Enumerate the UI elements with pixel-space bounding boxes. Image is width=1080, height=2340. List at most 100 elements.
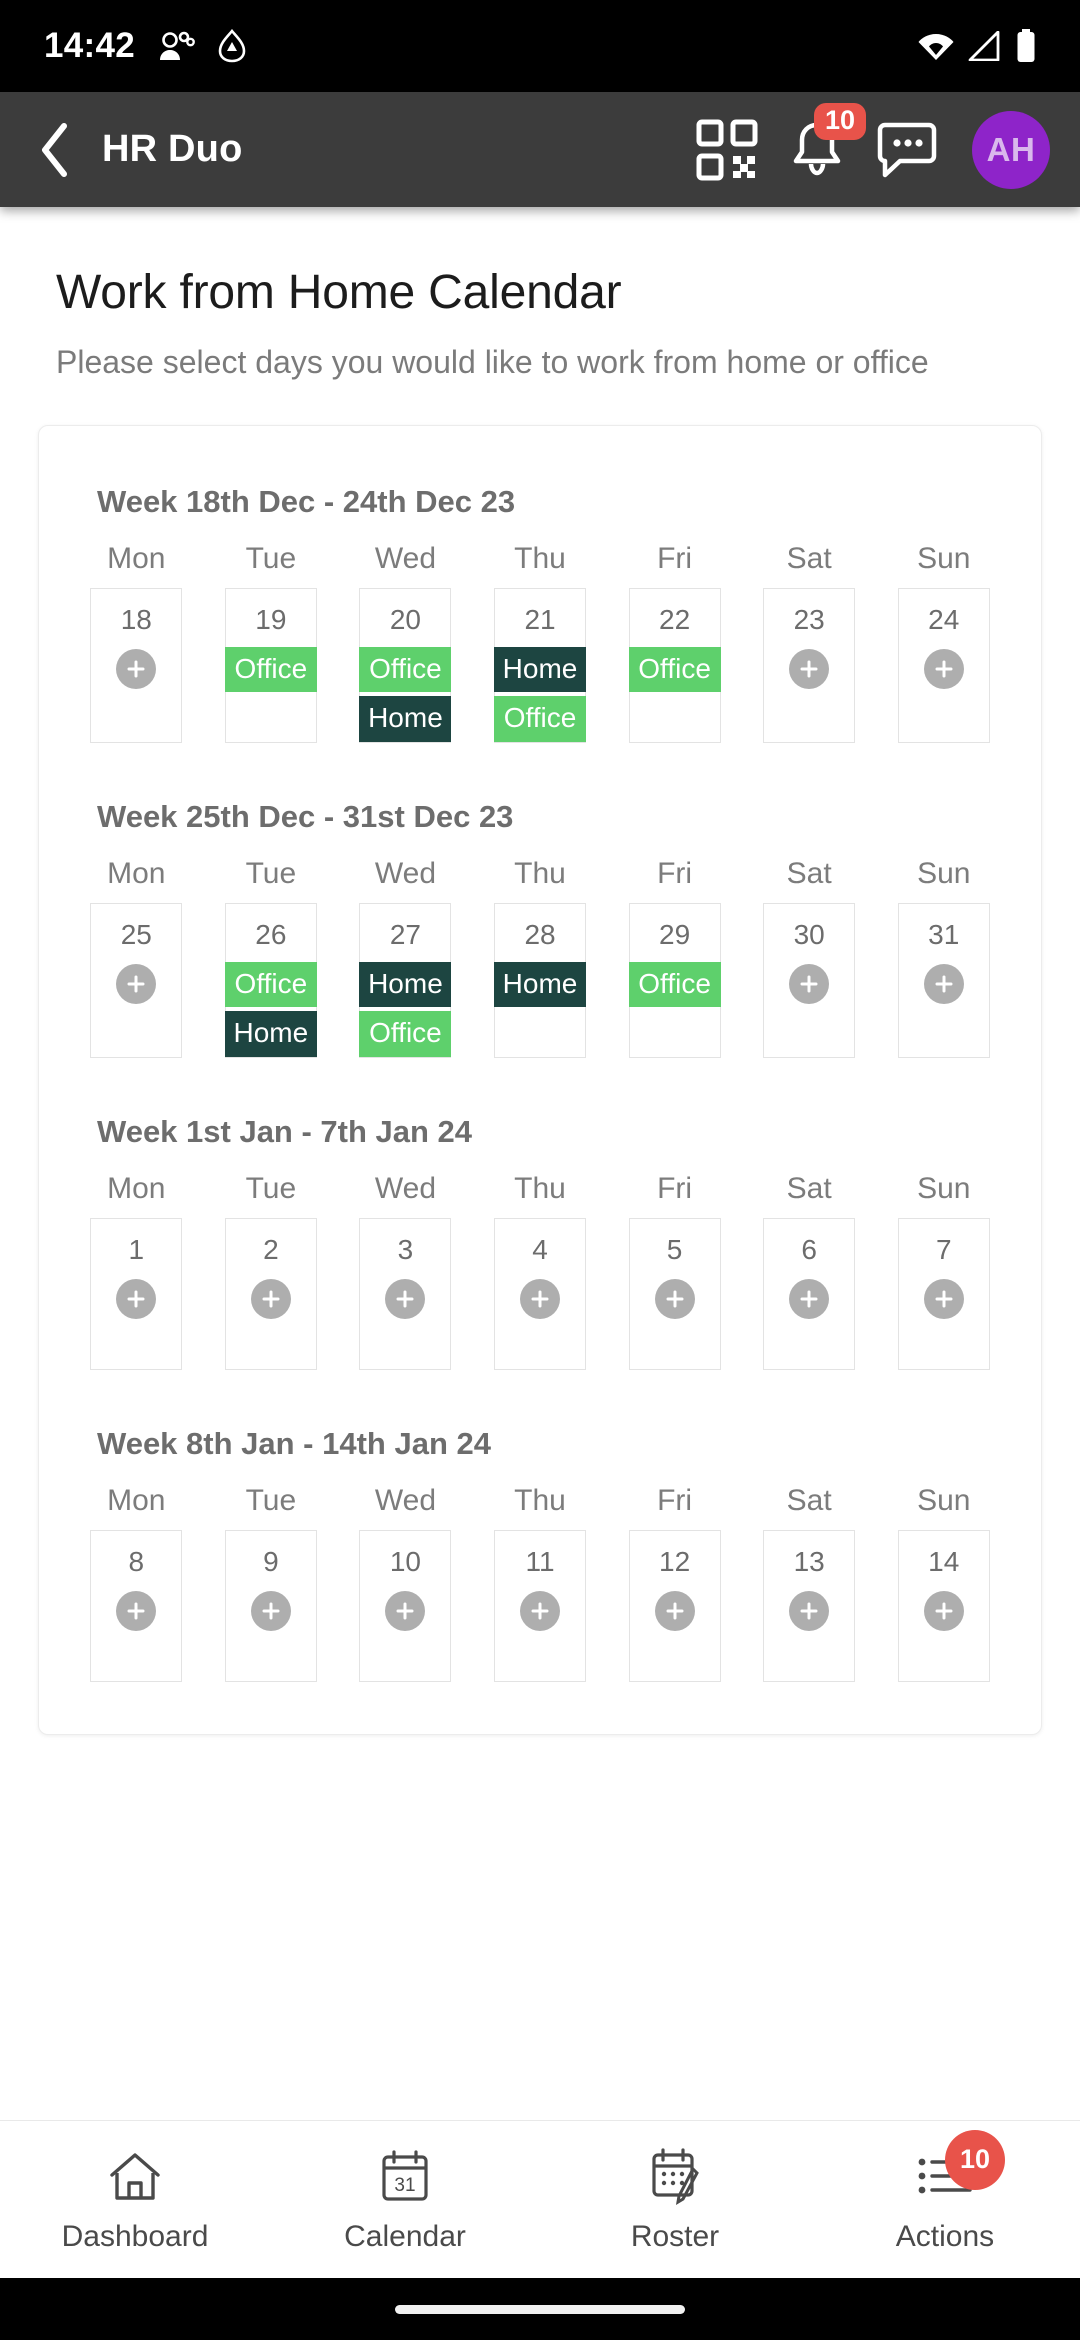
day-cell-wrapper: 10	[338, 1529, 473, 1682]
add-day-button[interactable]	[385, 1278, 426, 1319]
calendar-day-cell[interactable]: 23	[763, 587, 856, 743]
calendar-week: Week 1st Jan - 7th Jan 24 Mon Tue Wed Thu Fri…	[69, 1114, 1011, 1370]
add-day-button[interactable]	[923, 1278, 964, 1319]
add-day-button[interactable]	[116, 963, 157, 1004]
add-day-button[interactable]	[654, 1278, 695, 1319]
plus-icon	[396, 1290, 414, 1308]
day-tag-office[interactable]: Office	[359, 646, 452, 693]
day-tag-home[interactable]: Home	[359, 696, 452, 742]
day-cell-wrapper: 25	[69, 902, 204, 1058]
calendar-day-cell[interactable]: 22 Office	[628, 587, 721, 743]
calendar-day-cell[interactable]: 9	[224, 1529, 317, 1682]
day-tag-office[interactable]: Office	[494, 696, 587, 742]
add-day-button[interactable]	[923, 1590, 964, 1631]
day-tag-office[interactable]: Office	[224, 961, 317, 1008]
calendar-day-cell[interactable]: 30	[763, 902, 856, 1058]
calendar-day-cell[interactable]: 28 Home	[494, 902, 587, 1058]
day-of-week-label: Sat	[786, 541, 832, 575]
plus-icon	[666, 1602, 684, 1620]
add-day-button[interactable]	[789, 1590, 830, 1631]
nav-item-calendar[interactable]: 31 Calendar	[270, 2146, 540, 2254]
calendar-day-cell[interactable]: 24	[897, 587, 990, 743]
back-button[interactable]	[18, 113, 92, 187]
day-of-week-label: Fri	[657, 1171, 693, 1205]
calendar-day-cell[interactable]: 10	[359, 1529, 452, 1682]
day-tag-home[interactable]: Home	[494, 961, 587, 1008]
day-number: 10	[389, 1545, 422, 1577]
day-of-week-label: Wed	[374, 1171, 437, 1205]
chat-bubble-icon[interactable]	[876, 119, 938, 181]
day-tag-office[interactable]: Office	[628, 646, 721, 693]
calendar-day-cell[interactable]: 7	[897, 1217, 990, 1370]
day-tag-home[interactable]: Home	[224, 1011, 317, 1057]
day-of-week-label: Mon	[107, 541, 166, 575]
calendar-day-cell[interactable]: 4	[494, 1217, 587, 1370]
add-day-button[interactable]	[520, 1278, 561, 1319]
calendar-week: Week 8th Jan - 14th Jan 24 Mon Tue Wed Thu Fr…	[69, 1426, 1011, 1682]
nav-item-dashboard[interactable]: Dashboard	[0, 2146, 270, 2254]
add-day-button[interactable]	[116, 648, 157, 689]
day-of-week-label: Wed	[374, 541, 437, 575]
calendar-day-cell[interactable]: 3	[359, 1217, 452, 1370]
calendar-day-cell[interactable]: 18	[90, 587, 183, 743]
status-bar-right	[918, 29, 1036, 63]
add-day-button[interactable]	[923, 963, 964, 1004]
plus-icon	[800, 1602, 818, 1620]
day-number: 13	[793, 1545, 825, 1577]
day-tag-office[interactable]: Office	[359, 1011, 452, 1057]
day-tag-home[interactable]: Home	[359, 961, 452, 1008]
day-number: 7	[935, 1233, 952, 1265]
calendar-day-cell[interactable]: 25	[90, 902, 183, 1058]
calendar-day-cell[interactable]: 27 Home Office	[359, 902, 452, 1058]
add-day-button[interactable]	[116, 1590, 157, 1631]
home-indicator[interactable]	[395, 2304, 685, 2314]
add-day-button[interactable]	[116, 1278, 157, 1319]
day-cell-wrapper: 27 Home Office	[338, 902, 473, 1058]
day-of-week-label: Wed	[374, 856, 437, 890]
day-of-week-label: Thu	[514, 1483, 566, 1517]
nav-item-roster[interactable]: Roster	[540, 2146, 810, 2254]
add-day-button[interactable]	[250, 1278, 291, 1319]
page-subtitle: Please select days you would like to wor…	[56, 344, 929, 380]
calendar-day-cell[interactable]: 21 Home Office	[494, 587, 587, 743]
calendar-day-cell[interactable]: 19 Office	[224, 587, 317, 743]
day-tag-office[interactable]: Office	[224, 646, 317, 693]
day-number: 26	[255, 918, 287, 950]
calendar-day-cell[interactable]: 1	[90, 1217, 183, 1370]
calendar-day-cell[interactable]: 5	[628, 1217, 721, 1370]
calendar-day-cell[interactable]: 20 Office Home	[359, 587, 452, 743]
calendar-day-cell[interactable]: 6	[763, 1217, 856, 1370]
day-of-week-label: Sun	[917, 1483, 971, 1517]
add-day-button[interactable]	[789, 1278, 830, 1319]
add-day-button[interactable]	[385, 1590, 426, 1631]
calendar-day-cell[interactable]: 2	[224, 1217, 317, 1370]
nav-label-actions: Actions	[895, 2219, 995, 2253]
bell-icon[interactable]: 10	[786, 102, 866, 181]
calendar-day-cell[interactable]: 14	[897, 1529, 990, 1682]
day-tag-home[interactable]: Home	[494, 646, 587, 693]
calendar-day-cell[interactable]: 8	[90, 1529, 183, 1682]
day-cell-wrapper: 30	[742, 902, 877, 1058]
day-of-week-label: Mon	[107, 856, 166, 890]
plus-icon	[935, 1602, 953, 1620]
day-of-week-row: Mon Tue Wed Thu Fri Sat Sun	[69, 1164, 1011, 1218]
qr-code-icon[interactable]	[696, 119, 758, 181]
calendar-day-cell[interactable]: 11	[494, 1529, 587, 1682]
plus-icon	[666, 1290, 684, 1308]
calendar-day-cell[interactable]: 31	[897, 902, 990, 1058]
add-day-button[interactable]	[654, 1590, 695, 1631]
add-day-button[interactable]	[789, 648, 830, 689]
calendar-day-cell[interactable]: 26 Office Home	[224, 902, 317, 1058]
add-day-button[interactable]	[520, 1590, 561, 1631]
calendar-day-cell[interactable]: 13	[763, 1529, 856, 1682]
calendar-day-cell[interactable]: 12	[628, 1529, 721, 1682]
day-tag-office[interactable]: Office	[628, 961, 721, 1008]
add-day-button[interactable]	[923, 648, 964, 689]
calendar-day-cell[interactable]: 29 Office	[628, 902, 721, 1058]
add-day-button[interactable]	[250, 1590, 291, 1631]
add-day-button[interactable]	[789, 963, 830, 1004]
nav-item-actions[interactable]: 10 Actions	[810, 2129, 1080, 2254]
day-cell-wrapper: 13	[742, 1529, 877, 1682]
avatar[interactable]: AH	[972, 110, 1050, 189]
plus-icon	[127, 660, 145, 678]
